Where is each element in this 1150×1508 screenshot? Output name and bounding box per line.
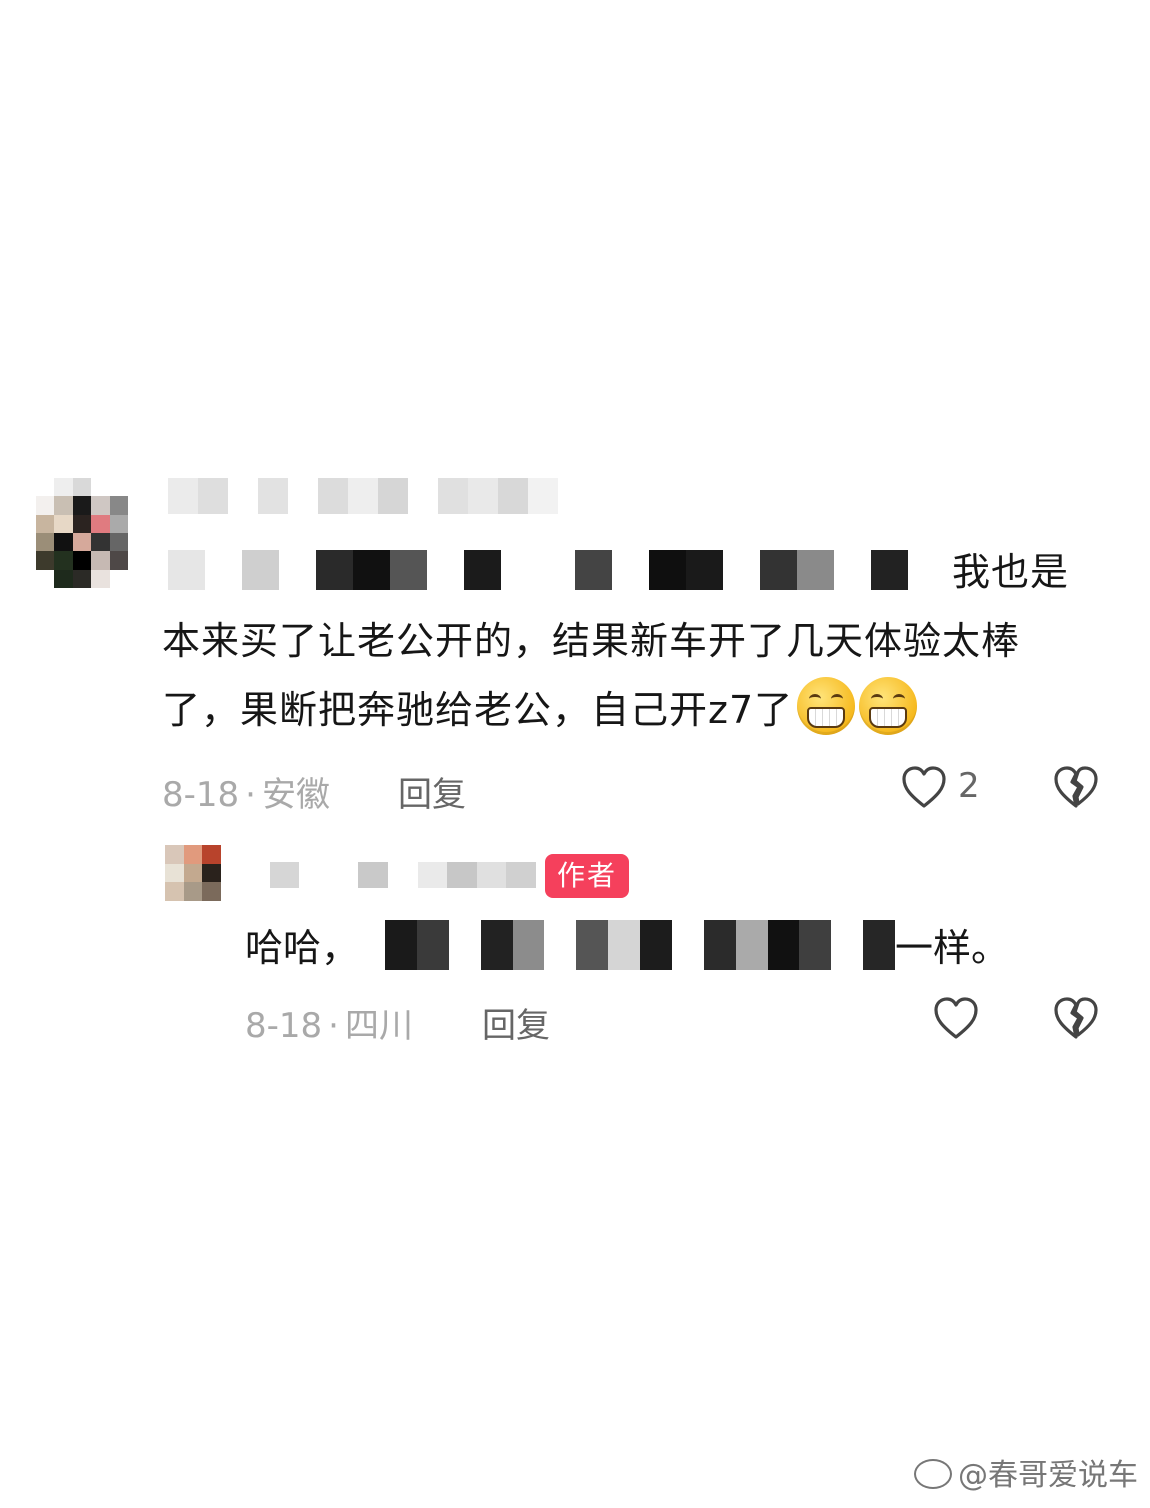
- broken-heart-icon: [1054, 766, 1098, 808]
- reply-date: 8-18: [245, 1006, 323, 1046]
- avatar[interactable]: [36, 478, 128, 588]
- username-redacted[interactable]: [168, 478, 558, 514]
- grinning-face-emoji-icon: [859, 677, 918, 735]
- reply-button[interactable]: 回复: [398, 767, 466, 816]
- watermark-text: @春哥爱说车: [958, 1458, 1138, 1493]
- reply-text-redacted: [385, 920, 895, 970]
- reply-text-end: 一样。: [895, 918, 1009, 978]
- heart-icon: [934, 997, 978, 1039]
- reply-meta: 8-18 · 四川: [245, 1006, 413, 1046]
- comment-location: 安徽: [261, 775, 330, 815]
- comment-text: 我也是本来买了让老公开的，结果新车开了几天体验太棒了，果断把奔驰给老公，自己开z…: [162, 538, 1092, 745]
- reply-like-button[interactable]: [932, 995, 980, 1041]
- reply-dislike-button[interactable]: [1052, 995, 1100, 1041]
- reply-text: 哈哈，: [245, 918, 359, 978]
- reply-username-redacted[interactable]: [240, 862, 536, 888]
- reply-avatar[interactable]: [165, 845, 221, 901]
- reply-location: 四川: [344, 1006, 413, 1046]
- broken-heart-icon: [1054, 997, 1098, 1039]
- comment-meta: 8-18 · 安徽: [162, 775, 330, 815]
- reply-text-suffix: 一样。: [895, 926, 1010, 970]
- watermark: @春哥爱说车: [914, 1450, 1138, 1494]
- reply-text-prefix: 哈哈，: [245, 926, 360, 970]
- heart-icon: [902, 766, 946, 808]
- author-badge: 作者: [545, 854, 630, 898]
- like-button[interactable]: 2: [900, 764, 990, 812]
- grinning-face-emoji-icon: [797, 677, 856, 735]
- comment-date: 8-18: [162, 775, 240, 815]
- dislike-button[interactable]: [1052, 764, 1100, 810]
- reply-to-reply-button[interactable]: 回复: [482, 998, 550, 1047]
- like-count: 2: [958, 766, 980, 806]
- comment-text-body: 我也是本来买了让老公开的，结果新车开了几天体验太棒了，果断把奔驰给老公，自己开z…: [162, 550, 1070, 732]
- weibo-logo-icon: [914, 1459, 952, 1489]
